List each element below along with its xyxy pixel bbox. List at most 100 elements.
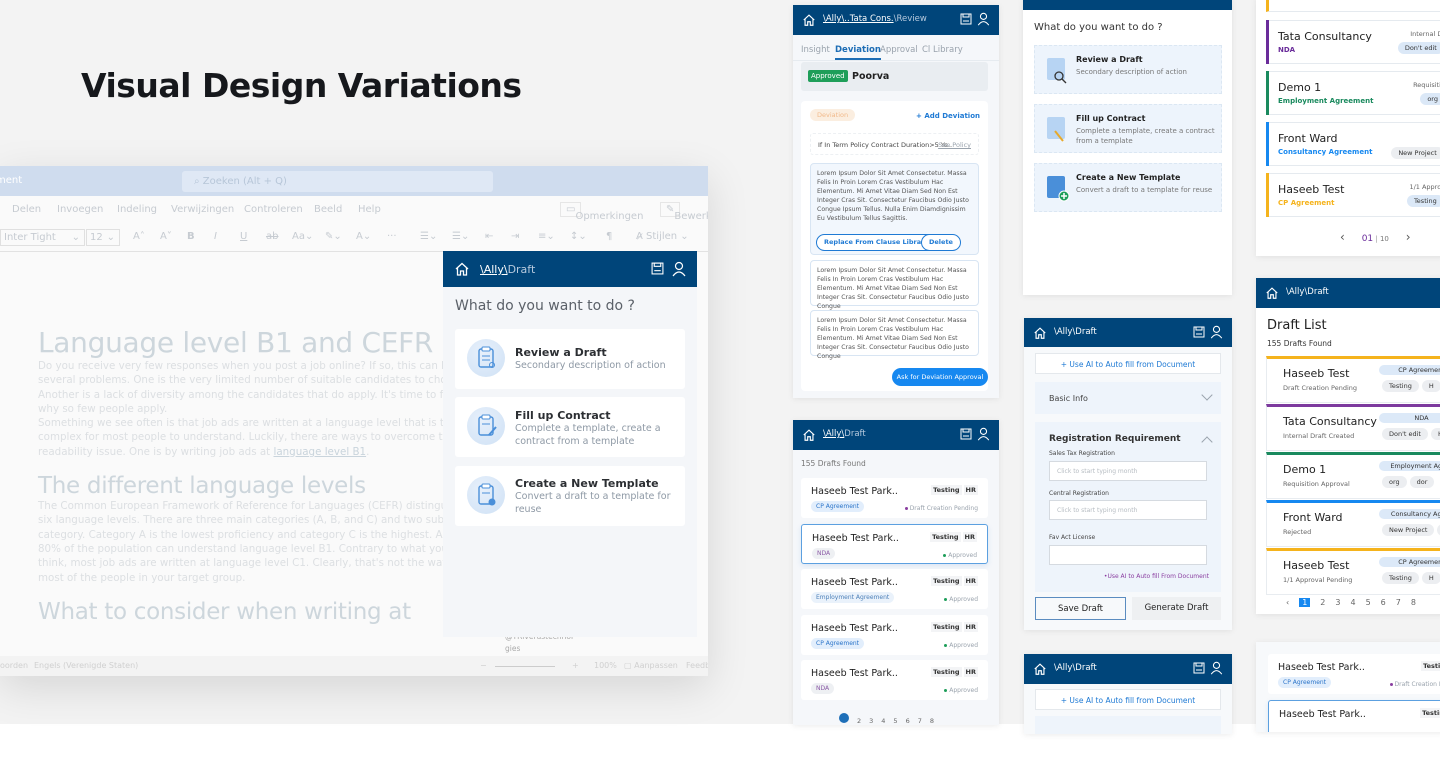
- line-spacing-icon[interactable]: ↕⌄: [570, 231, 587, 242]
- list-card[interactable]: [1266, 0, 1440, 12]
- page-6[interactable]: 6: [906, 717, 910, 725]
- numbering-icon[interactable]: ☰⌄: [452, 231, 469, 242]
- draft-card[interactable]: Front Ward Rejected Consultancy Agree New P…: [1266, 500, 1440, 547]
- page-2[interactable]: 2: [857, 717, 861, 725]
- draft-card[interactable]: Haseeb Test Park.. CP Agreement Testing HR A…: [801, 614, 988, 655]
- zoom-in-icon[interactable]: +: [572, 661, 579, 670]
- zoom-out-icon[interactable]: −: [480, 661, 487, 670]
- breadcrumb[interactable]: \Ally\Draft: [1054, 663, 1097, 673]
- fav-act-license-input[interactable]: [1049, 545, 1207, 565]
- list-card[interactable]: Tata Consultancy NDA Internal Dra Don't edi…: [1266, 20, 1440, 64]
- draft-card[interactable]: Haseeb Test Park.. CP Agreement TestingH Dr…: [1268, 654, 1440, 694]
- breadcrumb-app[interactable]: \Ally\..: [823, 14, 850, 24]
- more-icon[interactable]: ···: [387, 231, 397, 242]
- central-registration-input[interactable]: Click to start typing month: [1049, 500, 1207, 520]
- draft-card[interactable]: Haseeb Test Park.. TestingH: [1268, 700, 1440, 732]
- page-5[interactable]: 5: [893, 717, 897, 725]
- page-6[interactable]: 6: [1381, 598, 1386, 607]
- save-icon[interactable]: [1193, 662, 1205, 674]
- page-8[interactable]: 8: [930, 717, 934, 725]
- bold-icon[interactable]: B: [187, 231, 195, 242]
- draft-card[interactable]: Haseeb Test Park.. CP Agreement Testing HR D…: [801, 478, 988, 518]
- ai-autofill-button[interactable]: + Use AI to Auto fill from Document: [1035, 353, 1221, 374]
- menu-controleren[interactable]: Controleren: [244, 204, 303, 215]
- home-icon[interactable]: [1033, 662, 1047, 676]
- strikethrough-icon[interactable]: ab: [266, 231, 278, 242]
- font-select[interactable]: Inter Tight ⌄: [0, 229, 85, 246]
- user-icon[interactable]: [1210, 661, 1223, 675]
- breadcrumb-app[interactable]: \Ally\: [480, 263, 508, 276]
- accordion[interactable]: [1035, 716, 1221, 734]
- ask-deviation-approval-button[interactable]: Ask for Deviation Approval: [892, 368, 988, 386]
- user-icon[interactable]: [977, 12, 990, 26]
- list-card[interactable]: Front Ward Consultancy Agreement New Proje…: [1266, 122, 1440, 166]
- prev-page-icon[interactable]: ‹: [1286, 598, 1289, 607]
- list-card[interactable]: Demo 1 Employment Agreement Requisition org…: [1266, 71, 1440, 115]
- chevron-up-icon[interactable]: [1201, 436, 1213, 448]
- sales-tax-input[interactable]: Click to start typing month: [1049, 461, 1207, 481]
- home-icon[interactable]: [802, 428, 816, 442]
- word-search-input[interactable]: ⌕ Zoeken (Alt + Q): [182, 171, 493, 192]
- breadcrumb-app[interactable]: \Ally\: [823, 429, 844, 439]
- tab-deviation[interactable]: Deviation: [835, 45, 881, 60]
- shrink-font-icon[interactable]: A˅: [160, 231, 172, 242]
- edit-button[interactable]: ✎ Bewerk: [660, 202, 708, 222]
- highlight-icon[interactable]: ✎⌄: [325, 231, 342, 242]
- zoom-slider[interactable]: [495, 666, 555, 667]
- action-fill-contract[interactable]: Fill up Contract Complete a template, cr…: [1034, 104, 1222, 153]
- feedback-button[interactable]: Feedb: [686, 661, 708, 670]
- accordion-basic-info[interactable]: Basic Info: [1035, 382, 1221, 414]
- user-icon[interactable]: [672, 261, 686, 277]
- draft-card[interactable]: Haseeb Test 1/1 Approval Pending CP Agreem…: [1266, 548, 1440, 595]
- page-3[interactable]: 3: [869, 717, 873, 725]
- outdent-icon[interactable]: ⇤: [485, 231, 493, 242]
- next-page-icon[interactable]: ›: [1406, 230, 1411, 244]
- align-icon[interactable]: ≡⌄: [538, 231, 555, 242]
- menu-verwijzingen[interactable]: Verwijzingen: [171, 204, 234, 215]
- tab-insight[interactable]: Insight: [801, 45, 830, 55]
- menu-delen[interactable]: Delen: [12, 204, 41, 215]
- language-status[interactable]: Engels (Verenigde Staten): [34, 661, 138, 670]
- draft-card[interactable]: Haseeb Test Park.. NDA Testing HR Approved: [801, 660, 988, 700]
- list-card[interactable]: Haseeb Test CP Agreement 1/1 Approva Testin…: [1266, 173, 1440, 217]
- font-size-select[interactable]: 12 ⌄: [86, 229, 120, 246]
- bullets-icon[interactable]: ☰⌄: [420, 231, 437, 242]
- indent-icon[interactable]: ⇥: [511, 231, 519, 242]
- page-4[interactable]: 4: [1350, 598, 1355, 607]
- ai-autofill-link[interactable]: •Use AI to Auto fill From Document: [1104, 573, 1209, 580]
- document-content[interactable]: Language level B1 and CEFR Do you receiv…: [38, 326, 495, 625]
- accordion-title[interactable]: Registration Requirement: [1049, 434, 1181, 444]
- page-4[interactable]: 4: [881, 717, 885, 725]
- action-review-draft[interactable]: Review a Draft Secondary description of …: [1034, 45, 1222, 94]
- clause-card[interactable]: Lorem Ipsum Dolor Sit Amet Consectetur. …: [810, 310, 979, 360]
- comments-button[interactable]: ▭ Opmerkingen: [560, 202, 643, 222]
- draft-card[interactable]: Haseeb Test Draft Creation Pending CP Agre…: [1266, 356, 1440, 403]
- page-7[interactable]: 7: [918, 717, 922, 725]
- page-1[interactable]: [839, 713, 849, 723]
- action-create-template[interactable]: Create a New Template Convert a draft to…: [1034, 163, 1222, 212]
- ai-autofill-button[interactable]: + Use AI to Auto fill from Document: [1035, 689, 1221, 710]
- save-icon[interactable]: [651, 262, 664, 275]
- action-review-draft[interactable]: Review a Draft Secondary description of …: [455, 329, 685, 389]
- see-policy-link[interactable]: See Policy: [938, 141, 971, 149]
- case-icon[interactable]: Aa⌄: [292, 231, 313, 242]
- home-icon[interactable]: [454, 261, 470, 277]
- add-deviation-button[interactable]: + Add Deviation: [916, 112, 980, 120]
- replace-from-library-button[interactable]: Replace From Clause Library: [816, 234, 937, 251]
- page-5[interactable]: 5: [1366, 598, 1371, 607]
- breadcrumb[interactable]: \Ally\Draft: [1054, 327, 1097, 337]
- generate-draft-button[interactable]: Generate Draft: [1132, 597, 1221, 620]
- tab-approval[interactable]: Approval: [880, 45, 918, 55]
- styles-button[interactable]: A̷ Stijlen ⌄: [636, 231, 689, 242]
- paragraph-icon[interactable]: ¶: [606, 231, 612, 242]
- user-icon[interactable]: [1210, 325, 1223, 339]
- menu-help[interactable]: Help: [358, 204, 381, 215]
- action-fill-contract[interactable]: Fill up Contract Complete a template, cr…: [455, 397, 685, 457]
- prev-page-icon[interactable]: ‹: [1340, 230, 1345, 244]
- breadcrumb-contract[interactable]: Tata Cons.: [850, 14, 894, 24]
- italic-icon[interactable]: I: [214, 231, 217, 242]
- menu-invoegen[interactable]: Invoegen: [57, 204, 103, 215]
- font-color-icon[interactable]: A⌄: [356, 231, 371, 242]
- clause-card-selected[interactable]: Lorem Ipsum Dolor Sit Amet Consectetur. …: [810, 163, 979, 255]
- draft-card[interactable]: Haseeb Test Park.. Employment Agreement Te…: [801, 569, 988, 609]
